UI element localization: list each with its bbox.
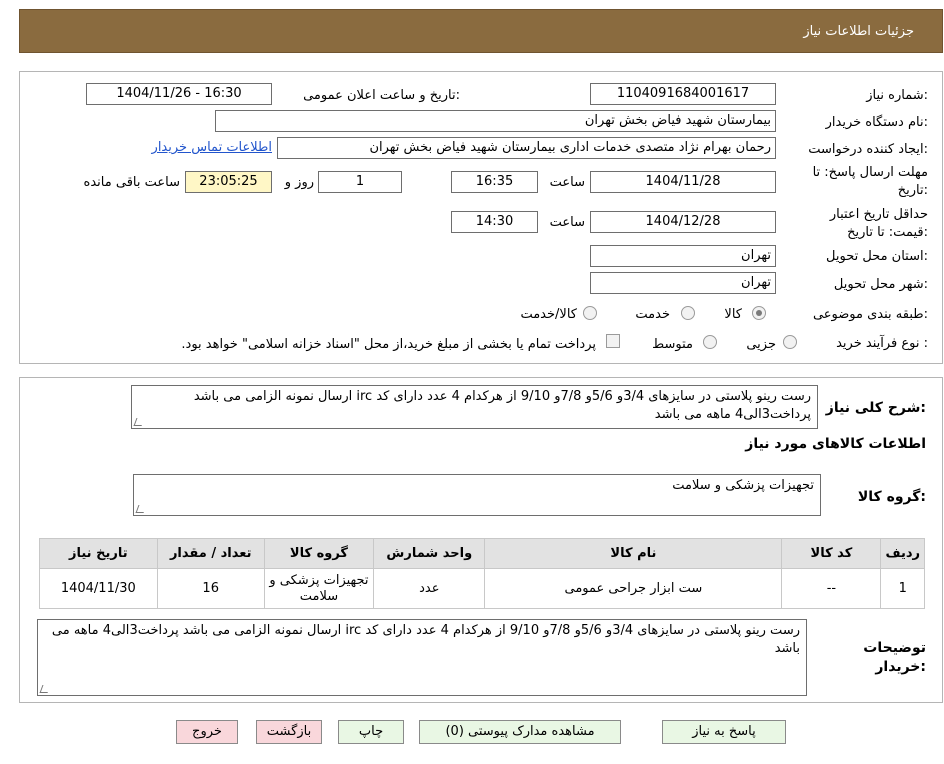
need-number-field: 1104091684001617 bbox=[590, 83, 776, 105]
buyer-org-field: بیمارستان شهید فیاض بخش تهران bbox=[215, 110, 776, 132]
deadline-time-field: 16:35 bbox=[451, 171, 538, 193]
buyer-notes-textarea[interactable]: رست رینو پلاستی در سایزهای 3/4و 5/6و 7/8… bbox=[37, 619, 807, 696]
remaining-label: ساعت باقی مانده bbox=[83, 175, 180, 190]
goods-group-text: تجهیزات پزشکی و سلامت bbox=[672, 478, 814, 493]
goods-group-field[interactable]: تجهیزات پزشکی و سلامت bbox=[133, 474, 821, 516]
col-qty: تعداد / مقدار bbox=[156, 538, 265, 569]
deadline-time-label: ساعت bbox=[549, 175, 585, 190]
buyer-notes-text: رست رینو پلاستی در سایزهای 3/4و 5/6و 7/8… bbox=[51, 623, 800, 656]
days-field: 1 bbox=[318, 171, 402, 193]
requester-field: رحمان بهرام نژاد متصدی خدمات اداری بیمار… bbox=[277, 137, 776, 159]
validity-label-1: حداقل تاریخ اعتبار bbox=[829, 207, 928, 222]
page-title: جزئیات اطلاعات نیاز bbox=[803, 24, 914, 39]
deadline-label-2: تاریخ: bbox=[897, 183, 928, 198]
resize-grip-icon[interactable] bbox=[39, 685, 51, 693]
purchase-radio-medium[interactable] bbox=[703, 335, 717, 349]
treasury-checkbox[interactable] bbox=[606, 334, 620, 348]
buyer-contact-link[interactable]: اطلاعات تماس خریدار bbox=[152, 140, 272, 155]
validity-label-2: قیمت: تا تاریخ: bbox=[847, 225, 928, 240]
table-header-row: ردیف کد کالا نام کالا واحد شمارش گروه کا… bbox=[39, 538, 925, 569]
payment-note: پرداخت تمام یا بخشی از مبلغ خرید،از محل … bbox=[181, 337, 596, 352]
attachments-button[interactable]: مشاهده مدارک پیوستی (0) bbox=[419, 720, 621, 744]
buyer-notes-label-1: توضیحات bbox=[863, 640, 926, 656]
col-date: تاریخ نیاز bbox=[39, 538, 158, 569]
category-radio-goods[interactable] bbox=[752, 306, 766, 320]
category-radio-goods-service[interactable] bbox=[583, 306, 597, 320]
buyer-org-label: نام دستگاه خریدار: bbox=[825, 115, 928, 130]
city-label: شهر محل تحویل: bbox=[833, 277, 928, 292]
col-name: نام کالا bbox=[484, 538, 783, 569]
cell-name: ست ابزار جراحی عمومی bbox=[484, 568, 783, 609]
resize-grip-icon[interactable] bbox=[133, 418, 145, 426]
category-radio-service[interactable] bbox=[681, 306, 695, 320]
goods-table: ردیف کد کالا نام کالا واحد شمارش گروه کا… bbox=[39, 538, 925, 609]
need-number-label: شماره نیاز: bbox=[866, 88, 928, 103]
category-label: طبقه بندی موضوعی: bbox=[812, 307, 928, 322]
goods-group-label: گروه کالا: bbox=[857, 489, 926, 505]
validity-date-field: 1404/12/28 bbox=[590, 211, 776, 233]
buyer-notes-label-2: خریدار: bbox=[875, 659, 926, 675]
cell-unit: عدد bbox=[373, 568, 486, 609]
exit-button[interactable]: خروج bbox=[176, 720, 238, 744]
col-group: گروه کالا bbox=[263, 538, 375, 569]
days-label: روز و bbox=[284, 175, 314, 190]
print-button[interactable]: چاپ bbox=[338, 720, 404, 744]
deadline-label-1: مهلت ارسال پاسخ: تا bbox=[812, 165, 928, 180]
cell-date: 1404/11/30 bbox=[39, 568, 158, 609]
purchase-option-medium: متوسط bbox=[652, 337, 693, 352]
col-unit: واحد شمارش bbox=[373, 538, 486, 569]
announce-label: تاریخ و ساعت اعلان عمومی: bbox=[303, 88, 460, 103]
category-option-service: خدمت bbox=[635, 307, 670, 322]
cell-qty: 16 bbox=[156, 568, 265, 609]
purchase-type-label: نوع فرآیند خرید : bbox=[836, 336, 928, 351]
resize-grip-icon[interactable] bbox=[135, 505, 147, 513]
summary-textarea[interactable]: رست رینو پلاستی در سایزهای 3/4و 5/6و 7/8… bbox=[131, 385, 818, 429]
purchase-radio-minor[interactable] bbox=[783, 335, 797, 349]
reply-button[interactable]: پاسخ به نیاز bbox=[662, 720, 786, 744]
requester-label: ایجاد کننده درخواست: bbox=[808, 142, 928, 157]
summary-text: رست رینو پلاستی در سایزهای 3/4و 5/6و 7/8… bbox=[193, 389, 811, 422]
remaining-time-field: 23:05:25 bbox=[185, 171, 272, 193]
validity-time-field: 14:30 bbox=[451, 211, 538, 233]
city-field: تهران bbox=[590, 272, 776, 294]
goods-section-title: اطلاعات کالاهای مورد نیاز bbox=[745, 436, 926, 452]
cell-code: -- bbox=[781, 568, 882, 609]
category-option-goods: کالا bbox=[724, 307, 742, 322]
cell-group: تجهیزات پزشکی و سلامت bbox=[263, 568, 375, 609]
back-button[interactable]: بازگشت bbox=[256, 720, 322, 744]
summary-label: شرح کلی نیاز: bbox=[825, 400, 926, 416]
validity-time-label: ساعت bbox=[549, 215, 585, 230]
col-row: ردیف bbox=[880, 538, 925, 569]
deadline-date-field: 1404/11/28 bbox=[590, 171, 776, 193]
province-field: تهران bbox=[590, 245, 776, 267]
cell-row: 1 bbox=[880, 568, 925, 609]
col-code: کد کالا bbox=[781, 538, 882, 569]
category-option-goods-service: کالا/خدمت bbox=[520, 307, 577, 322]
province-label: استان محل تحویل: bbox=[826, 249, 928, 264]
page-header: جزئیات اطلاعات نیاز bbox=[19, 9, 943, 53]
purchase-option-minor: جزیی bbox=[746, 337, 776, 352]
announce-field: 1404/11/26 - 16:30 bbox=[86, 83, 272, 105]
table-row: 1 -- ست ابزار جراحی عمومی عدد تجهیزات پز… bbox=[39, 568, 925, 609]
